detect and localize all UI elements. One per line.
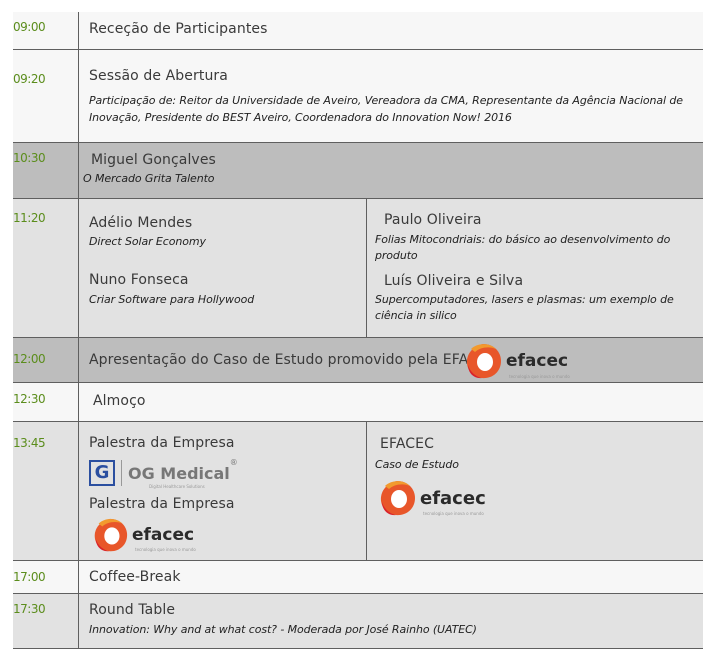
speaker-name: Adélio Mendes bbox=[89, 215, 193, 231]
registered-mark: ® bbox=[229, 458, 238, 467]
session-title: Apresentação do Caso de Estudo promovido… bbox=[89, 352, 497, 368]
time-label: 11:20 bbox=[13, 211, 46, 225]
og-medical-tagline: Digital Healthcare Solutions bbox=[149, 484, 205, 489]
schedule-row: 09:00 Receção de Participantes bbox=[13, 12, 703, 50]
session-title: Almoço bbox=[93, 393, 146, 409]
speaker-name: Luís Oliveira e Silva bbox=[384, 273, 524, 289]
session-title: Palestra da Empresa bbox=[89, 496, 235, 512]
session-cell: Coffee-Break bbox=[78, 561, 703, 593]
talk-title: Caso de Estudo bbox=[375, 458, 459, 471]
session-title: Round Table bbox=[89, 602, 176, 618]
parallel-sessions: Adélio Mendes Direct Solar Economy Nuno … bbox=[78, 199, 703, 337]
og-medical-g-icon: G bbox=[89, 460, 115, 486]
session-cell: Receção de Participantes bbox=[78, 12, 703, 49]
efacec-tagline: tecnologia que inova o mundo bbox=[509, 374, 570, 379]
talk-title: Supercomputadores, lasers e plasmas: um … bbox=[375, 293, 674, 306]
parallel-sessions: Palestra da Empresa G OG Medical ® Digit… bbox=[78, 422, 703, 560]
session-cell: Round Table Innovation: Why and at what … bbox=[78, 594, 703, 648]
efacec-logo-text: efacec bbox=[420, 487, 486, 509]
schedule-row: 17:30 Round Table Innovation: Why and at… bbox=[13, 594, 703, 649]
session-cell: Miguel Gonçalves O Mercado Grita Talento bbox=[78, 143, 703, 198]
efacec-swirl-icon bbox=[94, 518, 128, 552]
schedule-row: 11:20 Adélio Mendes Direct Solar Economy… bbox=[13, 199, 703, 338]
session-subtitle: Innovation: Why and at what cost? - Mode… bbox=[89, 623, 477, 636]
time-label: 17:00 bbox=[13, 570, 46, 584]
efacec-swirl-icon bbox=[380, 481, 415, 516]
schedule-row: 12:30 Almoço bbox=[13, 383, 703, 422]
efacec-swirl-icon bbox=[466, 344, 501, 379]
talk-title: O Mercado Grita Talento bbox=[83, 172, 215, 185]
og-medical-text: OG Medical bbox=[128, 463, 230, 483]
efacec-tagline: tecnologia que inova o mundo bbox=[135, 547, 196, 552]
efacec-tagline: tecnologia que inova o mundo bbox=[423, 511, 484, 516]
speaker-name: Miguel Gonçalves bbox=[91, 152, 216, 168]
schedule-row: 12:00 Apresentação do Caso de Estudo pro… bbox=[13, 338, 703, 383]
efacec-logo: efacec tecnologia que inova o mundo bbox=[91, 515, 201, 555]
session-subtitle: Inovação, Presidente do BEST Aveiro, Coo… bbox=[89, 111, 512, 124]
session-title: Sessão de Abertura bbox=[89, 68, 228, 84]
speaker-name: Paulo Oliveira bbox=[384, 212, 482, 228]
schedule-table: 09:00 Receção de Participantes 09:20 Ses… bbox=[13, 12, 703, 649]
column-divider bbox=[366, 422, 367, 560]
speaker-name: Nuno Fonseca bbox=[89, 272, 189, 288]
schedule-row: 10:30 Miguel Gonçalves O Mercado Grita T… bbox=[13, 143, 703, 199]
time-label: 17:30 bbox=[13, 602, 46, 616]
talk-title: Direct Solar Economy bbox=[89, 235, 206, 248]
time-label: 13:45 bbox=[13, 436, 46, 450]
session-subtitle: Participação de: Reitor da Universidade … bbox=[89, 94, 683, 107]
efacec-logo-text: efacec bbox=[132, 525, 195, 545]
speaker-name: EFACEC bbox=[380, 436, 434, 452]
schedule-row: 09:20 Sessão de Abertura Participação de… bbox=[13, 50, 703, 143]
schedule-row: 13:45 Palestra da Empresa G OG Medical ®… bbox=[13, 422, 703, 561]
efacec-logo: efacec tecnologia que inova o mundo bbox=[377, 477, 497, 519]
og-medical-logo: G OG Medical ® Digital Healthcare Soluti… bbox=[89, 456, 259, 490]
efacec-logo: efacec tecnologia que inova o mundo bbox=[463, 341, 573, 381]
time-label: 09:00 bbox=[13, 20, 46, 34]
time-label: 12:00 bbox=[13, 352, 46, 366]
session-cell: Apresentação do Caso de Estudo promovido… bbox=[78, 338, 703, 382]
session-cell: Sessão de Abertura Participação de: Reit… bbox=[78, 50, 703, 142]
session-title: Palestra da Empresa bbox=[89, 435, 235, 451]
column-divider bbox=[366, 199, 367, 337]
session-title: Receção de Participantes bbox=[89, 21, 268, 37]
schedule-row: 17:00 Coffee-Break bbox=[13, 561, 703, 594]
time-label: 09:20 bbox=[13, 72, 46, 86]
efacec-logo-text: efacec bbox=[506, 351, 569, 371]
session-title: Coffee-Break bbox=[89, 569, 181, 585]
time-label: 12:30 bbox=[13, 392, 46, 406]
session-cell: Almoço bbox=[78, 383, 703, 421]
talk-title: Criar Software para Hollywood bbox=[89, 293, 255, 306]
talk-title: Folias Mitocondriais: do básico ao desen… bbox=[375, 233, 671, 246]
talk-title: ciência in silico bbox=[375, 309, 457, 322]
talk-title: produto bbox=[375, 249, 418, 262]
time-label: 10:30 bbox=[13, 151, 46, 165]
